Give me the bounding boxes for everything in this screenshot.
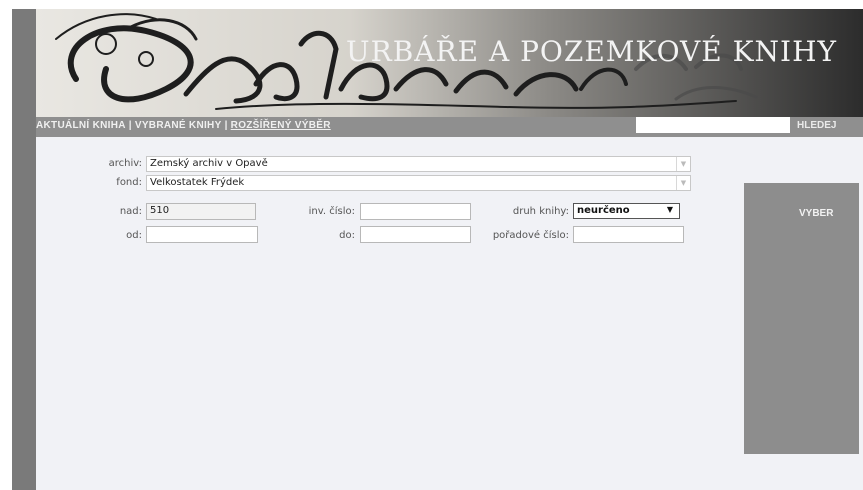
triangle-down-icon: ▼ [666, 205, 673, 214]
od-field[interactable] [146, 226, 258, 243]
druh-knihy-value: neurčeno [577, 205, 630, 216]
archiv-label: archiv: [108, 158, 142, 169]
inv-cislo-label: inv. číslo: [308, 206, 355, 217]
nad-label: nad: [119, 206, 142, 217]
do-label: do: [339, 230, 355, 241]
poradove-cislo-label: pořadové číslo: [492, 230, 569, 241]
search-button[interactable]: HLEDEJ [797, 120, 836, 131]
nav-separator: | [224, 120, 228, 131]
poradove-cislo-field[interactable] [573, 226, 684, 243]
nav-link-rozsireny-vyber[interactable]: ROZŠÍŘENÝ VÝBĚR [231, 120, 331, 131]
search-input[interactable] [636, 117, 790, 133]
nav-separator: | [128, 120, 132, 131]
chevron-down-icon: ▼ [676, 157, 690, 171]
fond-select-value: Velkostatek Frýdek [150, 177, 245, 188]
site-title: URBÁŘE A POZEMKOVÉ KNIHY [346, 35, 837, 68]
fond-label: fond: [116, 177, 142, 188]
chevron-down-icon: ▼ [676, 176, 690, 190]
nav-link-vybrane-knihy[interactable]: VYBRANÉ KNIHY [135, 120, 222, 131]
header-banner: URBÁŘE A POZEMKOVÉ KNIHY [36, 9, 863, 117]
vyber-button[interactable]: VYBER [799, 208, 833, 219]
nav-link-aktualni-kniha[interactable]: AKTUÁLNÍ KNIHA [36, 120, 126, 131]
archiv-select-value: Zemský archiv v Opavě [150, 158, 268, 169]
od-label: od: [126, 230, 142, 241]
inv-cislo-field[interactable] [360, 203, 471, 220]
nav-links: AKTUÁLNÍ KNIHA | VYBRANÉ KNIHY | ROZŠÍŘENÝ V… [36, 120, 331, 131]
fond-select[interactable]: Velkostatek Frýdek ▼ [146, 175, 691, 191]
druh-knihy-label: druh knihy: [512, 206, 569, 217]
do-field[interactable] [360, 226, 471, 243]
archiv-select[interactable]: Zemský archiv v Opavě ▼ [146, 156, 691, 172]
side-panel [744, 183, 859, 454]
druh-knihy-dropdown[interactable]: neurčeno ▼ [573, 203, 680, 219]
nad-field[interactable]: 510 [146, 203, 256, 220]
